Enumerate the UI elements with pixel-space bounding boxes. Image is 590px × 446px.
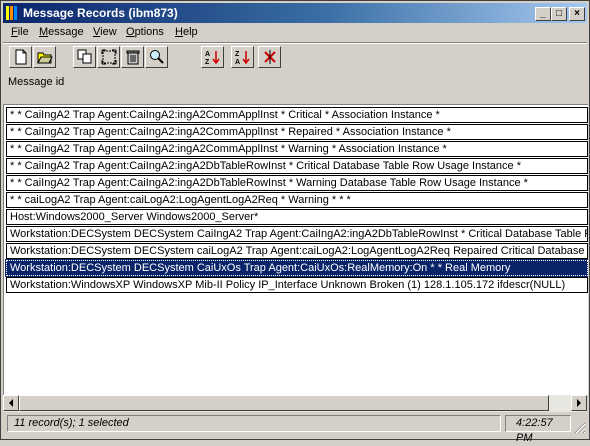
new-document-icon xyxy=(15,49,27,65)
list-header: Message id xyxy=(3,73,587,103)
list-row[interactable]: * * CaiIngA2 Trap Agent:CaiIngA2:ingA2Co… xyxy=(6,107,588,123)
menu-options[interactable]: Options xyxy=(126,26,164,38)
find-icon xyxy=(150,50,164,64)
svg-text:Z: Z xyxy=(235,51,240,58)
scroll-right-button[interactable] xyxy=(571,395,587,411)
list-row[interactable]: * * CaiIngA2 Trap Agent:CaiIngA2:ingA2Co… xyxy=(6,141,588,157)
delete-icon xyxy=(126,50,140,65)
delete-button[interactable] xyxy=(121,46,144,68)
menu-help[interactable]: Help xyxy=(175,26,198,38)
window-title: Message Records (ibm873) xyxy=(23,6,178,20)
find-button[interactable] xyxy=(145,46,168,68)
list-row[interactable]: * * CaiIngA2 Trap Agent:CaiIngA2:ingA2Db… xyxy=(6,175,588,191)
sort-ascending-button[interactable]: AZ xyxy=(201,46,224,68)
clear-sort-icon xyxy=(264,50,276,64)
scrollbar-thumb[interactable] xyxy=(19,395,549,411)
resize-grip-icon[interactable] xyxy=(574,422,586,434)
minimize-button[interactable]: _ xyxy=(535,7,551,21)
list-row[interactable]: Host:Windows2000_Server Windows2000_Serv… xyxy=(6,209,588,225)
scroll-left-button[interactable] xyxy=(3,395,19,411)
toolbar: AZ ZA xyxy=(3,44,587,72)
clear-sort-button[interactable] xyxy=(258,46,281,68)
sort-descending-icon: ZA xyxy=(235,51,250,65)
list-row[interactable]: Workstation:DECSystem DECSystem caiLogA2… xyxy=(6,243,588,259)
copy-button[interactable] xyxy=(73,46,96,68)
sort-ascending-icon: AZ xyxy=(205,51,220,65)
status-time: 4:22:57 PM xyxy=(505,415,571,444)
list-row[interactable]: * * CaiIngA2 Trap Agent:CaiIngA2:ingA2Co… xyxy=(6,124,588,140)
select-all-icon xyxy=(101,49,117,65)
status-bar: 11 record(s); 1 selected 4:22:57 PM xyxy=(3,413,587,444)
title-bar[interactable]: Message Records (ibm873) _ □ × xyxy=(3,3,587,23)
new-button[interactable] xyxy=(9,46,32,68)
close-button[interactable]: × xyxy=(569,7,585,21)
svg-text:A: A xyxy=(235,59,240,65)
record-count-status: 11 record(s); 1 selected xyxy=(7,415,501,432)
app-icon xyxy=(6,6,18,20)
list-row[interactable]: * * CaiIngA2 Trap Agent:CaiIngA2:ingA2Db… xyxy=(6,158,588,174)
open-folder-icon xyxy=(37,52,53,64)
menu-message[interactable]: Message xyxy=(39,26,84,38)
list-row-selected[interactable]: Workstation:DECSystem DECSystem CaiUxOs … xyxy=(5,259,588,277)
list-row[interactable]: Workstation:WindowsXP WindowsXP Mib-II P… xyxy=(6,277,588,293)
maximize-button[interactable]: □ xyxy=(551,7,567,21)
arrow-left-icon xyxy=(9,399,13,407)
message-list[interactable]: * * CaiIngA2 Trap Agent:CaiIngA2:ingA2Co… xyxy=(3,104,588,395)
menu-bar: File Message View Options Help xyxy=(3,24,587,42)
svg-text:A: A xyxy=(205,51,210,58)
arrow-right-icon xyxy=(577,399,581,407)
horizontal-scrollbar[interactable] xyxy=(3,395,587,412)
open-button[interactable] xyxy=(33,46,56,68)
column-header-message-id[interactable]: Message id xyxy=(8,76,64,88)
list-row[interactable]: * * caiLogA2 Trap Agent:caiLogA2:LogAgen… xyxy=(6,192,588,208)
sort-descending-button[interactable]: ZA xyxy=(231,46,254,68)
svg-text:Z: Z xyxy=(205,59,210,65)
menu-file[interactable]: File xyxy=(11,26,29,38)
list-row[interactable]: Workstation:DECSystem DECSystem CaiIngA2… xyxy=(6,226,588,242)
message-records-window: Message Records (ibm873) _ □ × File Mess… xyxy=(0,0,590,444)
select-all-button[interactable] xyxy=(97,46,120,68)
copy-icon xyxy=(77,49,92,64)
menu-view[interactable]: View xyxy=(93,26,117,38)
